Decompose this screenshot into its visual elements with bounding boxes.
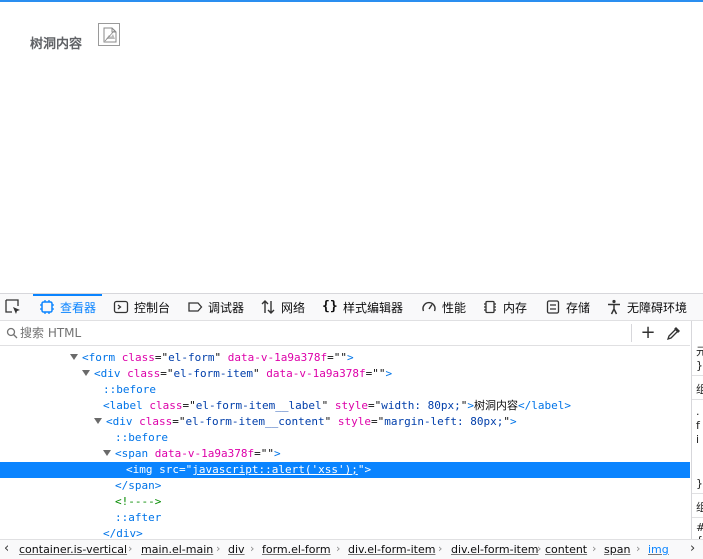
tab-performance[interactable]: 性能 [421, 294, 466, 320]
tab-label: 内存 [503, 300, 528, 315]
toolbar-divider [631, 324, 632, 342]
breadcrumb: ‹ container.is-vertical › main.el-main ›… [0, 539, 703, 559]
side-text: . [696, 405, 700, 418]
console-icon [113, 299, 129, 315]
breadcrumb-item[interactable]: form.el-form [262, 543, 331, 556]
expand-triangle-icon[interactable] [82, 370, 90, 376]
tree-node-div[interactable]: <div class="el-form-item" data-v-1a9a378… [0, 366, 690, 382]
breadcrumb-scroll-left-icon[interactable]: ‹ [4, 541, 9, 556]
tree-close-div[interactable]: </div> [0, 526, 690, 538]
tree-node-label[interactable]: <label class="el-form-item__label" style… [0, 398, 690, 414]
expand-triangle-icon[interactable] [103, 450, 111, 456]
breadcrumb-item[interactable]: content [545, 543, 587, 556]
side-divider [692, 399, 703, 400]
tab-label: 网络 [281, 300, 306, 315]
inspector-icon [39, 299, 55, 315]
tab-network[interactable]: 网络 [260, 294, 305, 320]
side-text: 元 [696, 343, 703, 359]
breadcrumb-separator-icon: › [250, 542, 255, 555]
side-text: } [696, 359, 703, 372]
breadcrumb-separator-icon: › [128, 542, 133, 555]
add-node-button[interactable]: + [638, 323, 658, 343]
broken-image-icon [98, 23, 120, 46]
side-divider [692, 493, 703, 494]
side-text: # [696, 521, 703, 534]
tab-label: 存储 [566, 300, 591, 315]
tab-label: 性能 [442, 300, 467, 315]
breadcrumb-item[interactable]: span [604, 543, 630, 556]
breadcrumb-separator-icon: › [636, 542, 641, 555]
side-divider [692, 375, 703, 376]
devtools-toolbar: 查看器 控制台 调试器 网络 {} 样式编辑器 性能 内存 存储 无障碍环境 [0, 294, 703, 321]
form-item-label: 树洞内容 [30, 37, 83, 52]
element-picker-icon[interactable] [4, 298, 22, 316]
search-icon [6, 327, 18, 339]
breadcrumb-separator-icon: › [537, 542, 542, 555]
tab-debugger[interactable]: 调试器 [187, 294, 244, 320]
tree-pseudo-before[interactable]: ::before [0, 430, 690, 446]
tree-pseudo-after[interactable]: ::after [0, 510, 690, 526]
search-html-input[interactable] [20, 325, 610, 341]
tab-label: 调试器 [208, 300, 245, 315]
side-divider [692, 517, 703, 518]
tab-console[interactable]: 控制台 [113, 294, 170, 320]
side-text: } [696, 477, 703, 490]
tab-inspector[interactable]: 查看器 [32, 294, 103, 320]
network-icon [260, 299, 276, 315]
side-text: 组 [696, 499, 703, 515]
performance-icon [421, 299, 437, 315]
side-text: 组 [696, 381, 703, 397]
img-src-link[interactable]: javascript::alert('xss'); [192, 463, 358, 476]
eyedropper-icon[interactable] [666, 325, 682, 341]
side-text: i [696, 433, 700, 446]
tree-node-span[interactable]: <span data-v-1a9a378f=""> [0, 446, 690, 462]
tab-label: 样式编辑器 [343, 300, 404, 315]
breadcrumb-item[interactable]: div.el-form-item [451, 543, 538, 556]
breadcrumb-item-current[interactable]: img [648, 543, 669, 556]
breadcrumb-item[interactable]: container.is-vertical [19, 543, 127, 556]
side-text: f [696, 419, 700, 432]
page-content: 树洞内容 [0, 2, 703, 293]
tab-accessibility[interactable]: 无障碍环境 [606, 294, 687, 320]
html-search-bar: + [0, 321, 690, 346]
breadcrumb-item[interactable]: main.el-main [141, 543, 213, 556]
rules-side-panel: 元 } 组 . f i } 组 # { [691, 321, 703, 539]
debugger-icon [187, 299, 203, 315]
breadcrumb-separator-icon: › [438, 542, 443, 555]
expand-triangle-icon[interactable] [94, 418, 102, 424]
tree-close-span[interactable]: </span> [0, 478, 690, 494]
breadcrumb-item[interactable]: div [228, 543, 245, 556]
accessibility-icon [606, 299, 622, 315]
storage-icon [545, 299, 561, 315]
tree-pseudo-before[interactable]: ::before [0, 382, 690, 398]
tree-node-content-div[interactable]: <div class="el-form-item__content" style… [0, 414, 690, 430]
breadcrumb-separator-icon: › [592, 542, 597, 555]
memory-icon [482, 299, 498, 315]
tree-node-img-selected[interactable]: <img src="javascript::alert('xss');"> [0, 462, 690, 478]
tab-memory[interactable]: 内存 [482, 294, 527, 320]
tab-storage[interactable]: 存储 [545, 294, 590, 320]
tab-style-editor[interactable]: {} 样式编辑器 [322, 294, 403, 320]
expand-triangle-icon[interactable] [70, 354, 78, 360]
tab-label: 控制台 [134, 300, 171, 315]
markup-tree: <form class="el-form" data-v-1a9a378f=""… [0, 346, 690, 538]
tree-comment[interactable]: <!----> [0, 494, 690, 510]
tab-label: 查看器 [60, 300, 97, 315]
breadcrumb-item[interactable]: div.el-form-item [348, 543, 435, 556]
style-editor-icon: {} [322, 299, 338, 314]
tab-label: 无障碍环境 [627, 300, 688, 315]
tree-node-form[interactable]: <form class="el-form" data-v-1a9a378f=""… [0, 350, 690, 366]
breadcrumb-separator-icon: › [336, 542, 341, 555]
devtools-panel: 查看器 控制台 调试器 网络 {} 样式编辑器 性能 内存 存储 无障碍环境 搜… [0, 293, 703, 559]
breadcrumb-scroll-right-icon[interactable]: › [690, 541, 695, 556]
breadcrumb-separator-icon: › [216, 542, 221, 555]
